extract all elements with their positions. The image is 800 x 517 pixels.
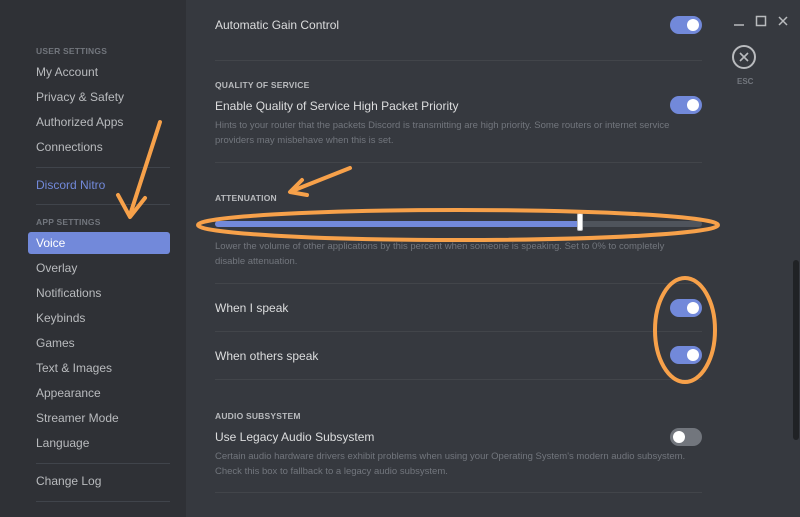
- settings-scrollbar[interactable]: [792, 0, 800, 517]
- toggle-knob: [673, 431, 685, 443]
- qos-header: QUALITY OF SERVICE: [215, 80, 310, 90]
- toggle-knob: [687, 302, 699, 314]
- legacy-audio-toggle[interactable]: [670, 428, 702, 446]
- sidebar-item-my-account[interactable]: My Account: [28, 61, 170, 83]
- attenuation-description-line1: Lower the volume of other applications b…: [215, 241, 665, 252]
- sidebar-item-connections[interactable]: Connections: [28, 136, 170, 158]
- section-divider: [215, 283, 702, 284]
- sidebar-item-privacy-safety[interactable]: Privacy & Safety: [28, 86, 170, 108]
- sidebar-item-discord-nitro[interactable]: Discord Nitro: [28, 174, 170, 196]
- toggle-knob: [687, 349, 699, 361]
- attenuation-description-line2: disable attenuation.: [215, 256, 298, 267]
- sidebar-divider: [36, 167, 170, 168]
- close-icon[interactable]: [775, 14, 791, 30]
- attenuation-slider-handle[interactable]: [577, 213, 584, 231]
- when-i-speak-toggle[interactable]: [670, 299, 702, 317]
- toggle-knob: [687, 99, 699, 111]
- qos-description: Hints to your router that the packets Di…: [215, 120, 670, 146]
- section-divider: [215, 60, 702, 61]
- sidebar-divider: [36, 204, 170, 205]
- sidebar-item-text-images[interactable]: Text & Images: [28, 357, 170, 379]
- sidebar-item-keybinds[interactable]: Keybinds: [28, 307, 170, 329]
- agc-toggle[interactable]: [670, 16, 702, 34]
- settings-sidebar: USER SETTINGS My Account Privacy & Safet…: [0, 0, 186, 517]
- agc-title: Automatic Gain Control: [215, 18, 340, 32]
- section-divider: [215, 379, 702, 380]
- attenuation-slider-track[interactable]: [215, 221, 702, 227]
- when-others-speak-toggle[interactable]: [670, 346, 702, 364]
- attenuation-slider-fill: [215, 221, 581, 227]
- toggle-knob: [687, 19, 699, 31]
- esc-label: ESC: [737, 77, 754, 86]
- sidebar-item-overlay[interactable]: Overlay: [28, 257, 170, 279]
- scrollbar-thumb[interactable]: [793, 260, 799, 440]
- sidebar-divider: [36, 463, 170, 464]
- section-divider: [215, 162, 702, 163]
- legacy-audio-description-line1: Certain audio hardware drivers exhibit p…: [215, 451, 686, 462]
- sidebar-item-appearance[interactable]: Appearance: [28, 382, 170, 404]
- minimize-icon[interactable]: [731, 14, 747, 30]
- sidebar-item-voice[interactable]: Voice: [28, 232, 170, 254]
- audio-subsystem-header: AUDIO SUBSYSTEM: [215, 411, 301, 421]
- esc-close-button[interactable]: [732, 45, 756, 69]
- attenuation-header: ATTENUATION: [215, 193, 277, 203]
- legacy-audio-title: Use Legacy Audio Subsystem: [215, 430, 375, 444]
- sidebar-item-authorized-apps[interactable]: Authorized Apps: [28, 111, 170, 133]
- sidebar-item-language[interactable]: Language: [28, 432, 170, 454]
- maximize-icon[interactable]: [753, 14, 769, 30]
- when-i-speak-title: When I speak: [215, 301, 289, 315]
- sidebar-item-notifications[interactable]: Notifications: [28, 282, 170, 304]
- section-divider: [215, 492, 702, 493]
- app-settings-header: APP SETTINGS: [36, 217, 101, 227]
- legacy-audio-description-line2: Check this box to fallback to a legacy a…: [215, 466, 448, 477]
- qos-toggle[interactable]: [670, 96, 702, 114]
- user-settings-header: USER SETTINGS: [36, 46, 108, 56]
- sidebar-item-change-log[interactable]: Change Log: [28, 470, 170, 492]
- section-divider: [215, 331, 702, 332]
- qos-title: Enable Quality of Service High Packet Pr…: [215, 99, 459, 113]
- sidebar-divider: [36, 501, 170, 502]
- sidebar-item-streamer-mode[interactable]: Streamer Mode: [28, 407, 170, 429]
- close-icon: [739, 52, 749, 62]
- when-others-speak-title: When others speak: [215, 349, 319, 363]
- voice-settings-panel: Automatic Gain Control QUALITY OF SERVIC…: [186, 0, 800, 517]
- sidebar-item-games[interactable]: Games: [28, 332, 170, 354]
